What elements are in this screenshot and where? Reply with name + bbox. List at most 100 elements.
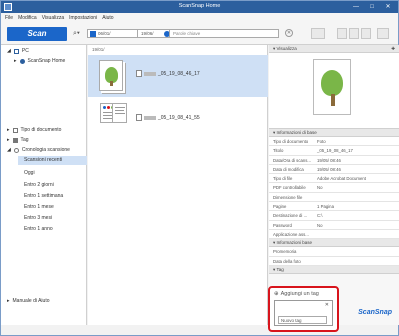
info-row: Tipo di file Adobe Acrobat Document bbox=[269, 174, 399, 184]
pdf-file-icon bbox=[136, 114, 142, 121]
menu-modifica[interactable]: Modifica bbox=[18, 15, 37, 21]
sidebar-item-3months[interactable]: Entro 3 mesi bbox=[18, 215, 87, 221]
sidebar: ◢ PC ▸ ScanSnap Home ▸ Tipo di documento… bbox=[1, 45, 87, 325]
minimize-button[interactable]: — bbox=[348, 1, 364, 13]
thumbnail bbox=[99, 60, 123, 91]
collapse-icon[interactable]: ▸ bbox=[14, 58, 17, 64]
info-row: Data di modifica 19/05/ 08:46 bbox=[269, 164, 399, 175]
menu-visualizza[interactable]: Visualizza bbox=[42, 15, 64, 21]
tag-header[interactable]: ▾ Tag bbox=[269, 265, 399, 274]
info-row: Data della foto bbox=[269, 256, 399, 266]
tag-popup: ✕ Nuovo tag bbox=[274, 300, 333, 326]
app-window: ScanSnap Home — □ ✕ File Modifica Visual… bbox=[0, 0, 399, 336]
menu-aiuto[interactable]: Aiuto bbox=[102, 15, 113, 21]
list-view-icon[interactable] bbox=[337, 28, 347, 39]
scansnap-logo: ScanSnap bbox=[358, 309, 392, 316]
info-row: Pagine 1 Pagina bbox=[269, 202, 399, 212]
tag-input[interactable]: Nuovo tag bbox=[278, 316, 327, 324]
search-icon[interactable]: ⌕▾ bbox=[73, 30, 80, 38]
list-item[interactable]: _05_19_08_46_17 bbox=[88, 55, 268, 97]
zoom-icon[interactable]: ✚ bbox=[391, 45, 395, 53]
redacted-text bbox=[144, 115, 156, 120]
close-icon[interactable]: ✕ bbox=[325, 302, 329, 308]
sidebar-item-tag[interactable]: ▸ Tag bbox=[7, 137, 29, 143]
details-pane: ▾ Visualizza ✚ ▾ Informazioni di base Ti… bbox=[269, 45, 399, 325]
info-row: Data/Ora di scans... 19/05/ 08:46 bbox=[269, 155, 399, 165]
preview-area bbox=[269, 53, 399, 129]
calendar-icon[interactable] bbox=[90, 31, 96, 37]
tree-image-icon bbox=[321, 70, 343, 96]
add-tag-label: Aggiungi un tag bbox=[280, 291, 319, 297]
info-row: Promemoria bbox=[269, 247, 399, 257]
maximize-button[interactable]: □ bbox=[364, 1, 380, 13]
computer-icon bbox=[13, 48, 19, 54]
list-item[interactable]: _05_19_08_41_55 bbox=[88, 99, 268, 141]
sidebar-item-1week[interactable]: Entro 1 settimana bbox=[18, 193, 87, 199]
info-row: Dimensione file bbox=[269, 192, 399, 203]
tag-header-label: Tag bbox=[276, 266, 284, 272]
scan-button[interactable]: Scan bbox=[7, 27, 67, 41]
title-bar: ScanSnap Home — □ ✕ bbox=[1, 1, 398, 13]
base-info-header[interactable]: ▾ Informazioni base bbox=[269, 239, 399, 248]
sidebar-item-pc[interactable]: ◢ PC bbox=[7, 48, 29, 54]
info-row: Destinazione di ... C:\ bbox=[269, 211, 399, 221]
sidebar-item-recent[interactable]: Scansioni recenti bbox=[18, 156, 87, 165]
base-info-header-label: Informazioni base bbox=[276, 240, 313, 246]
sidebar-item-label: Tag bbox=[20, 137, 29, 143]
file-list: 19/01/ _05_19_08_46_17 _05_19_08_41_55 bbox=[88, 45, 268, 325]
clock-icon bbox=[13, 147, 19, 153]
add-tag-button[interactable]: ⊕ Aggiungi un tag bbox=[274, 291, 319, 297]
tag-icon bbox=[12, 137, 18, 143]
collapse-icon[interactable]: ▸ bbox=[7, 127, 10, 133]
sidebar-item-history[interactable]: ◢ Cronologia scansione bbox=[7, 147, 70, 153]
info-row: Tipo di documento Foto bbox=[269, 137, 399, 147]
panel-toggle-icon[interactable] bbox=[377, 28, 389, 39]
menu-bar: File Modifica Visualizza Impostazioni Ai… bbox=[1, 13, 398, 23]
sidebar-item-2days[interactable]: Entro 2 giorni bbox=[18, 182, 87, 188]
sidebar-item-label: Tipo di documento bbox=[20, 127, 62, 133]
tag-panel-highlight: ⊕ Aggiungi un tag ✕ Nuovo tag bbox=[268, 286, 339, 332]
sidebar-item-today[interactable]: Oggi bbox=[18, 170, 87, 176]
thumbnail-view-icon[interactable] bbox=[361, 28, 371, 39]
info-row: PDF controllabile No bbox=[269, 183, 399, 193]
info-row: Applicazione ass... bbox=[269, 229, 399, 240]
close-button[interactable]: ✕ bbox=[380, 1, 396, 13]
basic-info-header-label: Informazioni di base bbox=[276, 130, 317, 135]
sidebar-item-scansnap-home[interactable]: ▸ ScanSnap Home bbox=[14, 58, 65, 64]
sidebar-item-label: Cronologia scansione bbox=[21, 147, 70, 153]
preview-header-label: Visualizza bbox=[276, 46, 297, 51]
help-manual-label: Manuale di Aiuto bbox=[12, 298, 50, 304]
view-toggle-icon[interactable] bbox=[311, 28, 325, 39]
detail-view-icon[interactable] bbox=[349, 28, 359, 39]
plus-circle-icon: ⊕ bbox=[274, 291, 279, 297]
clear-icon[interactable]: ✕ bbox=[285, 29, 293, 37]
info-row: Password No bbox=[269, 220, 399, 230]
window-title: ScanSnap Home bbox=[178, 3, 221, 9]
basic-info-header[interactable]: ▾ Informazioni di base bbox=[269, 129, 399, 137]
pdf-file-icon bbox=[136, 70, 142, 77]
sidebar-item-1month[interactable]: Entro 1 mese bbox=[18, 204, 87, 210]
file-name: _05_19_08_41_55 bbox=[158, 114, 200, 121]
sidebar-item-1year[interactable]: Entro 1 anno bbox=[18, 226, 87, 232]
help-manual-link[interactable]: ▸ Manuale di Aiuto bbox=[7, 298, 50, 304]
collapse-icon[interactable]: ▸ bbox=[7, 137, 10, 143]
redacted-text bbox=[144, 71, 156, 76]
info-row: Titolo _05_19_08_46_17 bbox=[269, 146, 399, 156]
preview-header[interactable]: ▾ Visualizza ✚ bbox=[269, 45, 399, 53]
keyword-input[interactable]: Parole chiave bbox=[169, 29, 279, 38]
date-to-field[interactable]: 19/06/ bbox=[137, 29, 173, 38]
scansnap-folder-icon bbox=[19, 58, 25, 64]
expand-icon[interactable]: ◢ bbox=[7, 147, 11, 153]
sidebar-item-label: PC bbox=[21, 48, 29, 54]
sidebar-item-label: ScanSnap Home bbox=[27, 58, 66, 64]
sidebar-item-doc-type[interactable]: ▸ Tipo di documento bbox=[7, 127, 61, 133]
menu-file[interactable]: File bbox=[5, 15, 13, 21]
collapse-icon[interactable]: ▸ bbox=[7, 298, 10, 304]
toolbar: Scan ⌕▾ 06/01/ 19/06/ Parole chiave ✕ bbox=[1, 23, 398, 45]
document-type-icon bbox=[12, 127, 18, 133]
date-to-value: 19/06/ bbox=[141, 31, 154, 36]
file-name: _05_19_08_46_17 bbox=[158, 70, 200, 77]
expand-icon[interactable]: ◢ bbox=[7, 48, 11, 54]
basic-info-table: Tipo di documento Foto Titolo _05_19_08_46… bbox=[269, 137, 399, 240]
menu-impostazioni[interactable]: Impostazioni bbox=[69, 15, 97, 21]
